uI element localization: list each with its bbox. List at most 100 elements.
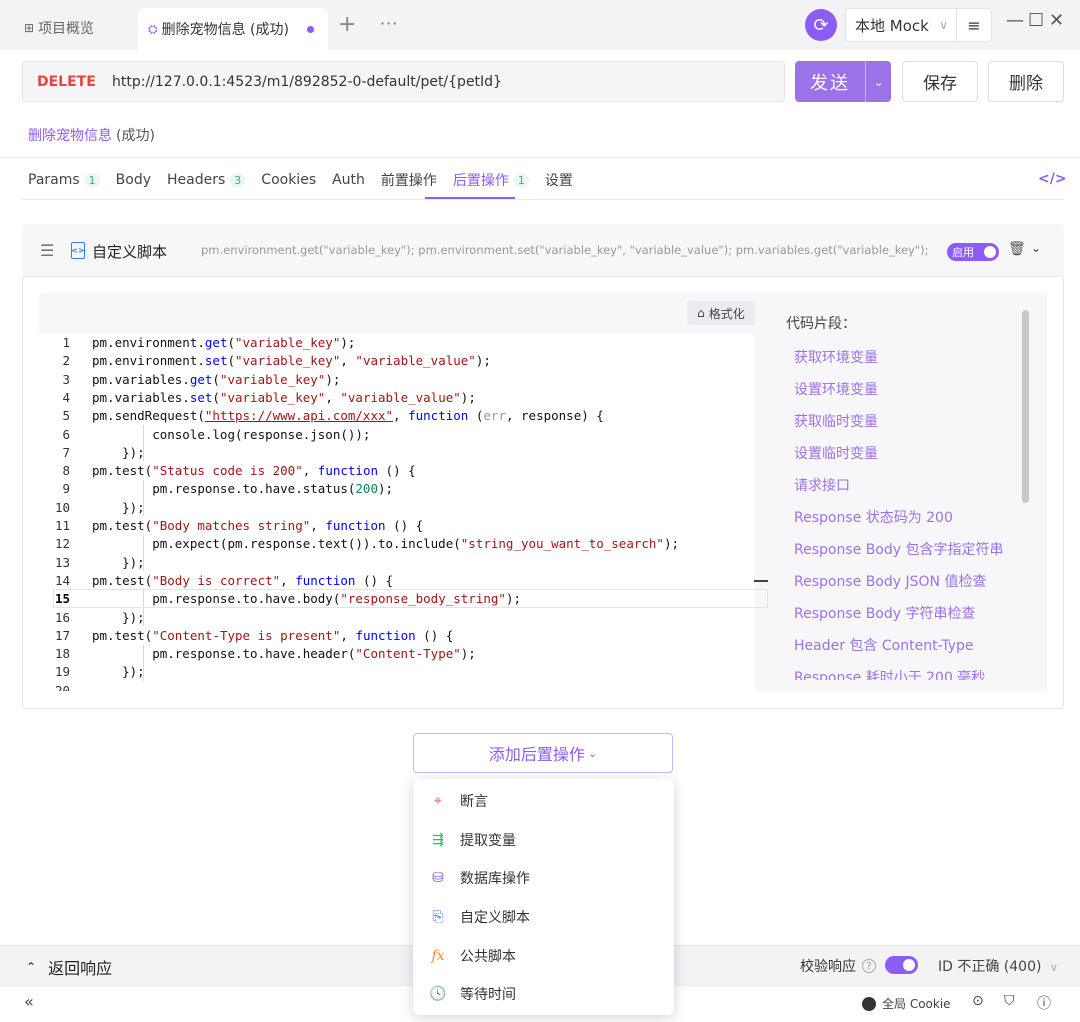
snippets-scrollbar[interactable] (1022, 310, 1029, 503)
request-name: 删除宠物信息 (成功) (28, 125, 155, 145)
tab-auth[interactable]: Auth (332, 169, 365, 191)
current-line-highlight (53, 589, 768, 608)
add-post-processor-button[interactable]: 添加后置操作 ⌄ (413, 733, 673, 773)
snippets-title: 代码片段： (786, 316, 856, 332)
toggle-label: 启用 (952, 246, 974, 259)
line-number: 18 (54, 646, 70, 662)
response-select[interactable]: ID 不正确 (400) ∨ (938, 956, 1058, 976)
code-view-icon[interactable]: </> (1038, 171, 1067, 187)
environment-select[interactable]: 本地 Mock ∨ (845, 8, 957, 42)
drag-handle-icon[interactable]: ☰ (40, 241, 54, 260)
more-tabs-button[interactable]: ··· (380, 14, 398, 33)
line-number: 8 (62, 463, 70, 479)
line-number: 5 (62, 408, 70, 424)
send-button[interactable]: 发送 ⌄ (795, 61, 891, 102)
response-toggle[interactable]: ⌃ 返回响应 (26, 955, 112, 979)
line-number: 1 (62, 335, 70, 350)
menu-item-custom-script[interactable]: ⎘ 自定义脚本 (429, 907, 530, 927)
line-number: 4 (62, 389, 70, 405)
tab-label: Auth (332, 172, 365, 188)
sync-icon[interactable]: ⟳ (805, 9, 837, 41)
snippet-item[interactable]: Response Body JSON 值检查 (794, 571, 986, 591)
unsaved-dot (306, 25, 314, 33)
snippet-item[interactable]: Response Body 包含字指定符串 (794, 539, 1003, 559)
help-icon[interactable]: ⓘ (1037, 993, 1051, 1013)
add-tab-button[interactable]: + (338, 14, 356, 36)
tab-project-overview[interactable]: ⊞ 项目概览 (24, 18, 94, 38)
tab-label: Params (28, 172, 80, 188)
tab-label: 删除宠物信息 (成功) (161, 22, 289, 38)
tab-params[interactable]: Params 1 (28, 169, 100, 191)
snippet-item[interactable]: 获取临时变量 (794, 411, 878, 431)
shirt-icon[interactable]: ⛉ (1004, 993, 1015, 1009)
validate-switch[interactable] (885, 956, 918, 974)
extract-icon: ⇶ (432, 832, 444, 848)
request-name-suffix: (成功) (116, 128, 155, 144)
menu-item-label: 数据库操作 (460, 871, 530, 887)
enable-toggle[interactable]: 启用 (947, 243, 999, 261)
tab-cookies[interactable]: Cookies (261, 169, 316, 191)
tab-label: 项目概览 (38, 21, 95, 37)
menu-item-label: 等待时间 (460, 987, 516, 1003)
format-icon: ⌂ (697, 306, 705, 320)
snippet-item[interactable]: Response 状态码为 200 (794, 507, 953, 527)
validate-response: 校验响应 ? (800, 956, 876, 976)
snippet-item[interactable]: 设置环境变量 (794, 379, 878, 399)
count-badge: 1 (513, 172, 529, 188)
upload-icon[interactable]: ⊙ (972, 993, 984, 1009)
help-icon[interactable]: ? (862, 959, 876, 973)
tab-label: Body (115, 172, 152, 188)
global-cookie-button[interactable]: 全局 Cookie (862, 995, 951, 1012)
chevron-down-icon: ∨ (939, 18, 948, 32)
clock-icon: 🕓 (429, 986, 447, 1002)
tab-settings[interactable]: 设置 (545, 169, 573, 191)
tab-post-processors[interactable]: 后置操作 1 (453, 169, 529, 191)
snippet-item[interactable]: Response Body 字符串检查 (794, 603, 975, 623)
delete-button[interactable]: 删除 (988, 61, 1064, 102)
format-button[interactable]: ⌂ 格式化 (687, 301, 755, 325)
tab-body[interactable]: Body (116, 169, 151, 191)
url-bar[interactable]: DELETE http://127.0.0.1:4523/m1/892852-0… (22, 61, 785, 102)
menu-item-assertion[interactable]: ⌖ 断言 (429, 791, 488, 811)
tab-pre-processors[interactable]: 前置操作 (381, 169, 437, 191)
minimize-icon[interactable]: — (1006, 12, 1024, 30)
line-number: 14 (54, 572, 70, 588)
database-icon: ⛁ (432, 870, 444, 886)
grid-icon: ⊞ (24, 21, 35, 35)
line-number: 9 (62, 481, 70, 497)
assertion-icon: ⌖ (434, 793, 442, 809)
save-button[interactable]: 保存 (902, 61, 978, 102)
code-editor[interactable]: 1 pm.environment.get("variable_key"); 2 pm… (39, 334, 755, 691)
add-button-label: 添加后置操作 (488, 745, 585, 764)
api-icon: ⛭ (148, 21, 158, 36)
trash-icon[interactable]: 🗑 (1008, 241, 1026, 257)
close-icon[interactable]: ✕ (1049, 12, 1064, 30)
collapse-sidebar-icon[interactable]: « (24, 992, 34, 1011)
menu-icon[interactable]: ≡ (957, 8, 992, 42)
method-select[interactable]: DELETE (37, 74, 112, 90)
menu-item-database[interactable]: ⛁ 数据库操作 (429, 868, 530, 888)
line-number: 19 (54, 664, 70, 680)
snippet-item[interactable]: 设置临时变量 (794, 443, 878, 463)
menu-item-label: 提取变量 (460, 833, 516, 849)
toggle-knob (984, 246, 996, 258)
tab-active-request[interactable]: ⛭ 删除宠物信息 (成功) (138, 8, 328, 50)
maximize-icon[interactable]: ☐ (1028, 12, 1044, 30)
chevron-down-icon[interactable]: ⌄ (1031, 241, 1041, 255)
chevron-down-icon[interactable]: ⌄ (865, 61, 891, 102)
snippet-item[interactable]: 获取环境变量 (794, 347, 878, 367)
menu-item-extract-variable[interactable]: ⇶ 提取变量 (429, 830, 516, 850)
cookie-icon (862, 996, 876, 1011)
tab-label: Headers (167, 172, 226, 188)
line-number: 11 (54, 518, 70, 533)
chevron-down-icon: ∨ (1049, 961, 1058, 974)
snippet-item[interactable]: Response 耗时小于 200 毫秒 (794, 667, 985, 680)
validate-label: 校验响应 (800, 959, 856, 975)
menu-item-public-script[interactable]: fx 公共脚本 (429, 946, 516, 966)
snippet-item[interactable]: Header 包含 Content-Type (794, 635, 973, 655)
divider (22, 199, 1064, 200)
tab-headers[interactable]: Headers 3 (167, 169, 246, 191)
snippet-item[interactable]: 请求接口 (794, 475, 850, 495)
menu-item-wait[interactable]: 🕓 等待时间 (429, 984, 516, 1004)
url-input[interactable]: http://127.0.0.1:4523/m1/892852-0-defaul… (112, 74, 502, 90)
